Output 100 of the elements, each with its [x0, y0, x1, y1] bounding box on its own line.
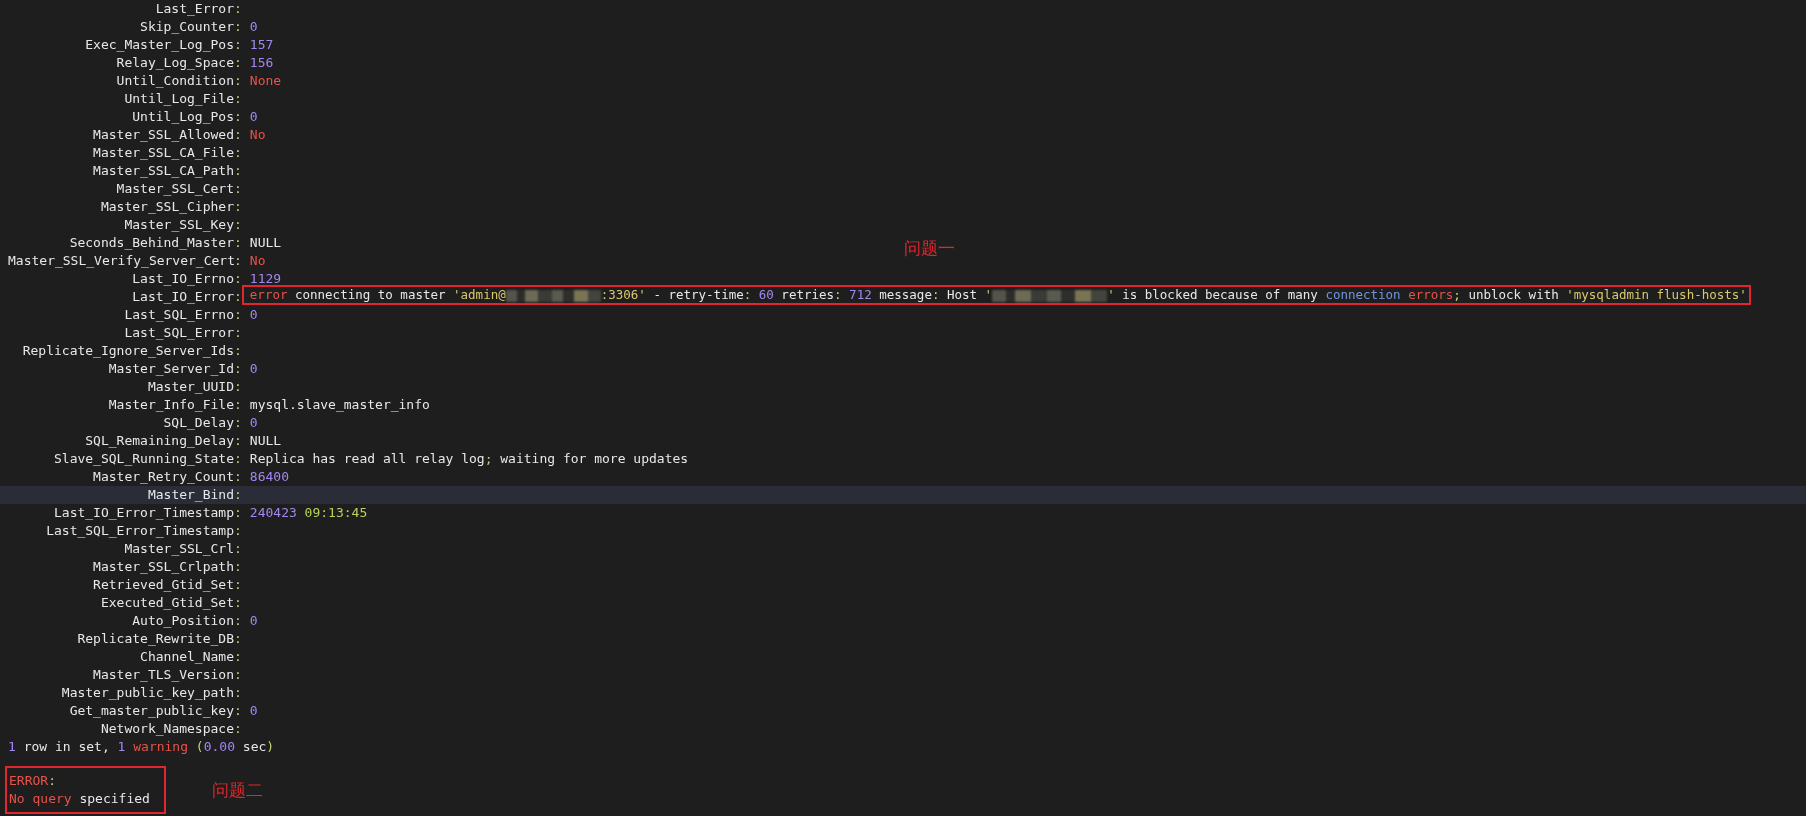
- colon: :: [234, 450, 242, 468]
- field-value: None: [248, 72, 282, 90]
- field-name: Master_Server_Id: [107, 360, 234, 378]
- error-message: ERROR:: [9, 772, 57, 790]
- field-name: Until_Log_Pos: [131, 108, 234, 126]
- field-value: 240423 09:13:45: [248, 504, 368, 522]
- field-name: Exec_Master_Log_Pos: [84, 36, 234, 54]
- field-value: 0: [248, 108, 258, 126]
- colon: :: [234, 198, 242, 216]
- colon: :: [234, 576, 242, 594]
- field-name: Retrieved_Gtid_Set: [92, 576, 234, 594]
- field-name: Master_SSL_CA_Path: [92, 162, 234, 180]
- colon: :: [234, 324, 242, 342]
- colon: :: [234, 702, 242, 720]
- colon: :: [234, 54, 242, 72]
- field-value: Replica has read all relay log; waiting for more updates: [248, 450, 689, 468]
- field-name: Master_Retry_Count: [92, 468, 234, 486]
- field-name: Master_Info_File: [107, 396, 234, 414]
- colon: :: [234, 666, 242, 684]
- field-value: error connecting to master 'admin@ :3306' - retry-time: 60 retries: 712 message: Host ' ' is blocked because of many connection errors; unblock with 'mysqladmin flush-hosts': [249, 286, 1747, 304]
- colon: :: [234, 126, 242, 144]
- field-name: SQL_Remaining_Delay: [84, 432, 234, 450]
- colon: :: [234, 558, 242, 576]
- field-name: Last_IO_Error: [131, 288, 234, 306]
- colon: :: [234, 648, 242, 666]
- colon: :: [234, 594, 242, 612]
- field-name: Slave_SQL_Running_State: [53, 450, 234, 468]
- field-name: Master_SSL_Allowed: [92, 126, 234, 144]
- field-name: Master_SSL_Cert: [115, 180, 234, 198]
- field-name: Master_public_key_path: [60, 684, 234, 702]
- colon: :: [234, 72, 242, 90]
- field-value: 157: [248, 36, 274, 54]
- field-value: 0: [248, 306, 258, 324]
- colon: :: [234, 180, 242, 198]
- field-name: Master_Bind: [146, 486, 234, 504]
- annotation-label: 问题一: [903, 239, 955, 257]
- field-name: Last_SQL_Error: [123, 324, 234, 342]
- field-name: Master_SSL_Crl: [123, 540, 234, 558]
- field-name: Master_SSL_CA_File: [92, 144, 234, 162]
- field-value: 0: [248, 18, 258, 36]
- colon: :: [234, 396, 242, 414]
- field-name: Skip_Counter: [139, 18, 234, 36]
- field-name: Last_SQL_Error_Timestamp: [45, 522, 234, 540]
- annotation-label: 问题二: [211, 778, 263, 802]
- field-value: 0: [248, 612, 258, 630]
- field-value: NULL: [248, 432, 282, 450]
- colon: :: [234, 522, 242, 540]
- field-name: Replicate_Rewrite_DB: [76, 630, 234, 648]
- field-name: Master_TLS_Version: [92, 666, 234, 684]
- field-name: Channel_Name: [139, 648, 234, 666]
- field-name: Master_SSL_Crlpath: [92, 558, 234, 576]
- colon: :: [234, 162, 242, 180]
- colon: :: [234, 684, 242, 702]
- field-value: No: [248, 252, 266, 270]
- field-value: mysql.slave_master_info: [248, 396, 430, 414]
- field-name: Master_SSL_Key: [123, 216, 234, 234]
- colon: :: [234, 468, 242, 486]
- field-value: 0: [248, 360, 258, 378]
- colon: :: [234, 720, 242, 738]
- field-value: NULL: [248, 234, 282, 252]
- field-value: 1129: [248, 270, 282, 288]
- field-name: Master_UUID: [146, 378, 234, 396]
- colon: :: [234, 90, 242, 108]
- colon: :: [234, 270, 242, 288]
- colon: :: [234, 432, 242, 450]
- result-summary: 1 row in set, 1 warning (0.00 sec): [7, 738, 276, 756]
- colon: :: [234, 342, 242, 360]
- field-value: 0: [248, 414, 258, 432]
- colon: :: [234, 414, 242, 432]
- colon: :: [234, 540, 242, 558]
- colon: :: [234, 288, 242, 306]
- field-name: Master_SSL_Cipher: [99, 198, 234, 216]
- field-value: 0: [248, 702, 258, 720]
- colon: :: [234, 486, 242, 504]
- colon: :: [234, 612, 242, 630]
- field-name: Until_Log_File: [123, 90, 234, 108]
- field-value: 86400: [248, 468, 289, 486]
- field-name: Seconds_Behind_Master: [68, 234, 234, 252]
- field-name: Last_SQL_Errno: [123, 306, 234, 324]
- field-name: Until_Condition: [115, 72, 234, 90]
- field-name: Network_Namespace: [99, 720, 234, 738]
- field-name: Last_Error: [154, 0, 234, 18]
- colon: :: [234, 144, 242, 162]
- field-name: Executed_Gtid_Set: [99, 594, 234, 612]
- field-name: Replicate_Ignore_Server_Ids: [21, 342, 234, 360]
- colon: :: [234, 216, 242, 234]
- field-name: Master_SSL_Verify_Server_Cert: [7, 252, 234, 270]
- field-name: Relay_Log_Space: [115, 54, 234, 72]
- colon: :: [234, 108, 242, 126]
- field-name: Last_IO_Errno: [131, 270, 234, 288]
- colon: :: [234, 18, 242, 36]
- colon: :: [234, 36, 242, 54]
- colon: :: [234, 378, 242, 396]
- field-name: Last_IO_Error_Timestamp: [53, 504, 234, 522]
- field-value: 156: [248, 54, 274, 72]
- error-message: No query specified: [9, 790, 150, 808]
- colon: :: [234, 234, 242, 252]
- field-name: Get_master_public_key: [68, 702, 234, 720]
- field-name: SQL_Delay: [162, 414, 234, 432]
- field-value: No: [248, 126, 266, 144]
